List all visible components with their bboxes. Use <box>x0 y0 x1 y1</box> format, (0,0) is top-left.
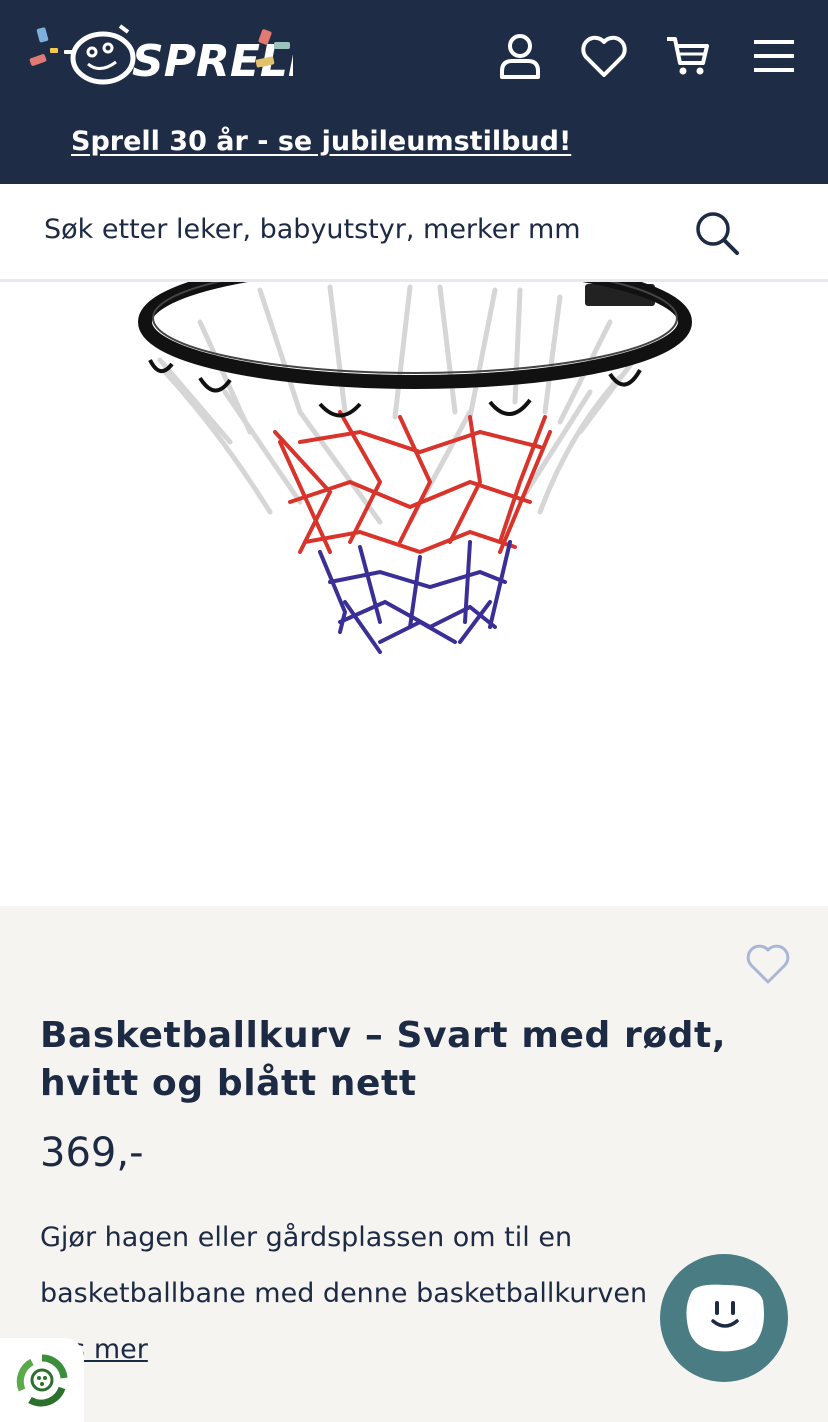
product-price: 369,- <box>40 1130 144 1176</box>
basketball-hoop-image <box>138 282 692 654</box>
search-icon[interactable] <box>694 210 740 256</box>
cart-icon <box>667 37 709 75</box>
product-image[interactable] <box>0 282 828 906</box>
product-title: Basketballkurv – Svart med rødt, hvitt o… <box>40 1015 727 1104</box>
cart-button[interactable] <box>660 28 716 84</box>
anniversary-banner-link[interactable]: Sprell 30 år - se jubileumstilbud! <box>71 126 571 157</box>
product-description: Gjør hagen eller gårdsplassen om til en … <box>40 1222 648 1309</box>
sprell-logo[interactable]: SPRELL <box>28 18 293 90</box>
recycle-icon <box>16 1354 68 1407</box>
account-button[interactable] <box>492 28 548 84</box>
smiley-chat-icon <box>686 1284 764 1352</box>
heart-icon <box>581 35 627 77</box>
eco-badge[interactable] <box>0 1338 84 1422</box>
user-icon <box>500 34 540 79</box>
menu-button[interactable] <box>746 28 802 84</box>
chat-button[interactable] <box>660 1254 788 1382</box>
site-header: SPRELL Sprell 30 år - se jubileumstilbu <box>0 0 828 184</box>
wishlist-button[interactable] <box>576 28 632 84</box>
search-input[interactable]: Søk etter leker, babyutstyr, merker mm <box>44 214 581 245</box>
menu-icon <box>754 40 794 72</box>
add-to-wishlist-heart-icon[interactable] <box>744 940 792 986</box>
